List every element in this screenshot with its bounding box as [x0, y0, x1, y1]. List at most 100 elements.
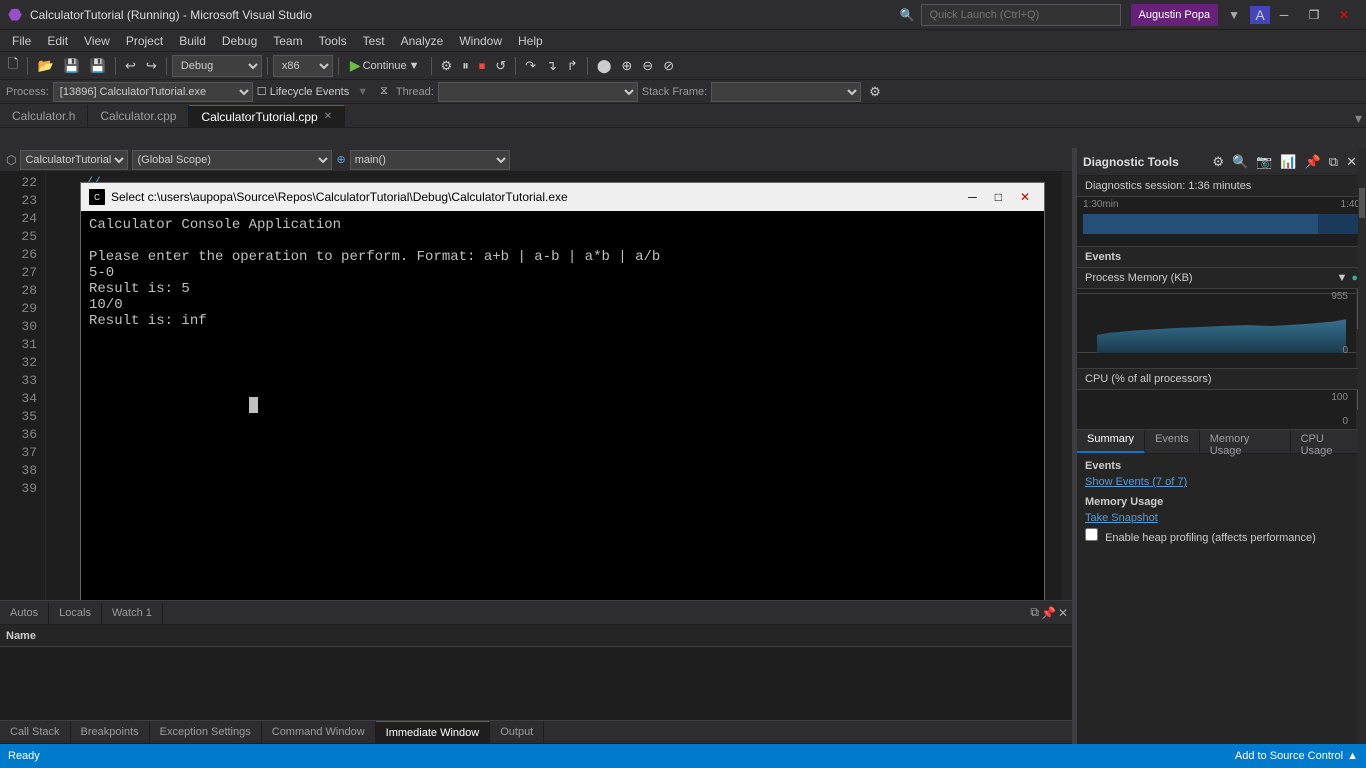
tab-call-stack-label: Call Stack	[10, 726, 60, 738]
tab-label-calculatortutorial-cpp: CalculatorTutorial.cpp	[201, 110, 317, 124]
toggle-breakpoint-btn[interactable]: ⬤	[593, 55, 616, 77]
save-all-btn[interactable]: 💾	[86, 55, 110, 77]
enable-heap-checkbox[interactable]	[1085, 528, 1098, 541]
save-btn[interactable]: 💾	[60, 55, 84, 77]
stackframe-select[interactable]	[711, 82, 861, 102]
tab-call-stack[interactable]: Call Stack	[0, 721, 71, 743]
show-diagnostics-btn[interactable]: ⚙	[437, 55, 457, 77]
diag-settings-btn[interactable]: ⚙	[1209, 153, 1227, 171]
diag-chart-btn[interactable]: 📊	[1277, 153, 1299, 171]
tab-command-window[interactable]: Command Window	[262, 721, 376, 743]
menu-project[interactable]: Project	[118, 32, 171, 50]
tab-overflow-arrow[interactable]: ▾	[1351, 110, 1366, 127]
stackframe-settings-btn[interactable]: ⚙	[865, 81, 885, 103]
diag-panel-content: Events Show Events (7 of 7) Memory Usage…	[1077, 454, 1366, 744]
tab-exception-settings[interactable]: Exception Settings	[150, 721, 262, 743]
memory-chart: 955 0	[1077, 289, 1366, 369]
diag-tab-summary[interactable]: Summary	[1077, 430, 1145, 453]
process-select[interactable]: [13896] CalculatorTutorial.exe	[53, 82, 253, 102]
cpu-chart: 100 0	[1077, 390, 1366, 430]
app-title: CalculatorTutorial (Running) - Microsoft…	[30, 8, 900, 22]
diag-tab-events-label: Events	[1155, 433, 1189, 445]
diag-tab-events[interactable]: Events	[1145, 430, 1200, 453]
console-minimize-btn[interactable]: ─	[962, 188, 983, 206]
user-dropdown-icon: ▼	[1228, 8, 1240, 22]
menu-test[interactable]: Test	[355, 32, 393, 50]
events-section: Events Show Events (7 of 7)	[1085, 460, 1358, 488]
close-button[interactable]: ✕	[1330, 4, 1358, 26]
function-select[interactable]: main()	[350, 150, 510, 170]
memory-top-value: 955	[1331, 291, 1348, 302]
scope-select[interactable]: (Global Scope)	[132, 150, 332, 170]
console-close-btn[interactable]: ✕	[1014, 188, 1036, 206]
diag-tab-cpu-usage[interactable]: CPU Usage	[1291, 430, 1366, 453]
tab-breakpoints[interactable]: Breakpoints	[71, 721, 150, 743]
step-out-btn[interactable]: ↱	[563, 55, 582, 77]
disable-breakpoints-btn[interactable]: ⊘	[659, 55, 678, 77]
step-into-btn[interactable]: ↴	[542, 55, 561, 77]
diag-search-btn[interactable]: 🔍	[1229, 153, 1251, 171]
tab-watch1[interactable]: Watch 1	[102, 602, 163, 624]
tab-autos[interactable]: Autos	[0, 602, 49, 624]
redo-btn[interactable]: ↪	[142, 55, 161, 77]
vs-logo-icon: ⬣	[8, 5, 22, 25]
menu-debug[interactable]: Debug	[214, 32, 265, 50]
lifecycle-btn[interactable]: ☐ Lifecycle Events	[257, 85, 349, 98]
menu-help[interactable]: Help	[510, 32, 551, 50]
bottom-debug-tabs: Call Stack Breakpoints Exception Setting…	[0, 720, 1072, 744]
tab-locals-label: Locals	[59, 607, 91, 619]
debug-mode-select[interactable]: Debug	[172, 55, 262, 77]
editor-vscrollbar[interactable]	[1062, 172, 1072, 600]
menu-edit[interactable]: Edit	[39, 32, 76, 50]
enable-heap-container: Enable heap profiling (affects performan…	[1085, 528, 1358, 544]
restore-button[interactable]: ❐	[1300, 4, 1328, 26]
step-over-btn[interactable]: ↷	[521, 55, 540, 77]
menu-build[interactable]: Build	[171, 32, 214, 50]
menu-view[interactable]: View	[76, 32, 118, 50]
console-content[interactable]: Calculator Console Application Please en…	[81, 211, 1044, 600]
open-btn[interactable]: 📂	[33, 55, 57, 77]
panel-float-btn[interactable]: ⧉	[1030, 605, 1039, 620]
menu-analyze[interactable]: Analyze	[393, 32, 452, 50]
pause-btn[interactable]: ⏸	[458, 55, 473, 77]
panel-pin-btn[interactable]: 📌	[1041, 606, 1056, 620]
process-bar: Process: [13896] CalculatorTutorial.exe …	[0, 80, 1366, 104]
menu-window[interactable]: Window	[451, 32, 510, 50]
take-snapshot-link[interactable]: Take Snapshot	[1085, 512, 1358, 524]
diag-float-btn[interactable]: ⧉	[1326, 153, 1341, 171]
tab-calculatortutorial-cpp[interactable]: CalculatorTutorial.cpp ✕	[189, 105, 345, 127]
tab-calculator-cpp[interactable]: Calculator.cpp	[88, 105, 189, 127]
right-panel-scrollbar[interactable]	[1358, 148, 1366, 744]
tab-immediate-window[interactable]: Immediate Window	[376, 721, 491, 743]
delete-breakpoints-btn[interactable]: ⊖	[638, 55, 657, 77]
tab-close-icon[interactable]: ✕	[324, 111, 332, 122]
platform-select[interactable]: x86	[273, 55, 333, 77]
continue-btn[interactable]: ▶ Continue ▼	[344, 55, 426, 77]
show-events-link[interactable]: Show Events (7 of 7)	[1085, 476, 1358, 488]
tab-output[interactable]: Output	[490, 721, 544, 743]
console-restore-btn[interactable]: □	[989, 188, 1008, 206]
project-select[interactable]: CalculatorTutorial	[20, 150, 128, 170]
menu-tools[interactable]: Tools	[311, 32, 355, 50]
restart-btn[interactable]: ↺	[491, 55, 510, 77]
diag-tab-memory-usage[interactable]: Memory Usage	[1200, 430, 1291, 453]
tab-calculator-h[interactable]: Calculator.h	[0, 105, 88, 127]
stop-btn[interactable]: ⏹	[475, 55, 490, 77]
diag-camera-btn[interactable]: 📷	[1253, 153, 1275, 171]
thread-select[interactable]	[438, 82, 638, 102]
add-to-source-control-btn[interactable]: Add to Source Control	[1235, 750, 1343, 762]
undo-btn[interactable]: ↩	[121, 55, 140, 77]
minimize-button[interactable]: ─	[1270, 4, 1298, 26]
ready-status: Ready	[8, 750, 40, 762]
quick-launch-input[interactable]	[921, 4, 1121, 26]
menu-file[interactable]: File	[4, 32, 39, 50]
tab-locals[interactable]: Locals	[49, 602, 102, 624]
session-label: Diagnostics session: 1:36 minutes	[1085, 180, 1251, 192]
new-project-btn[interactable]: 🗋	[4, 55, 22, 77]
new-breakpoint-btn[interactable]: ⊕	[617, 55, 636, 77]
diag-pin-btn[interactable]: 📌	[1302, 153, 1324, 171]
search-icon: 🔍	[900, 8, 915, 22]
menu-team[interactable]: Team	[265, 32, 310, 50]
panel-close-btn[interactable]: ✕	[1058, 606, 1068, 620]
filter-btn[interactable]: ⧖	[376, 81, 392, 103]
